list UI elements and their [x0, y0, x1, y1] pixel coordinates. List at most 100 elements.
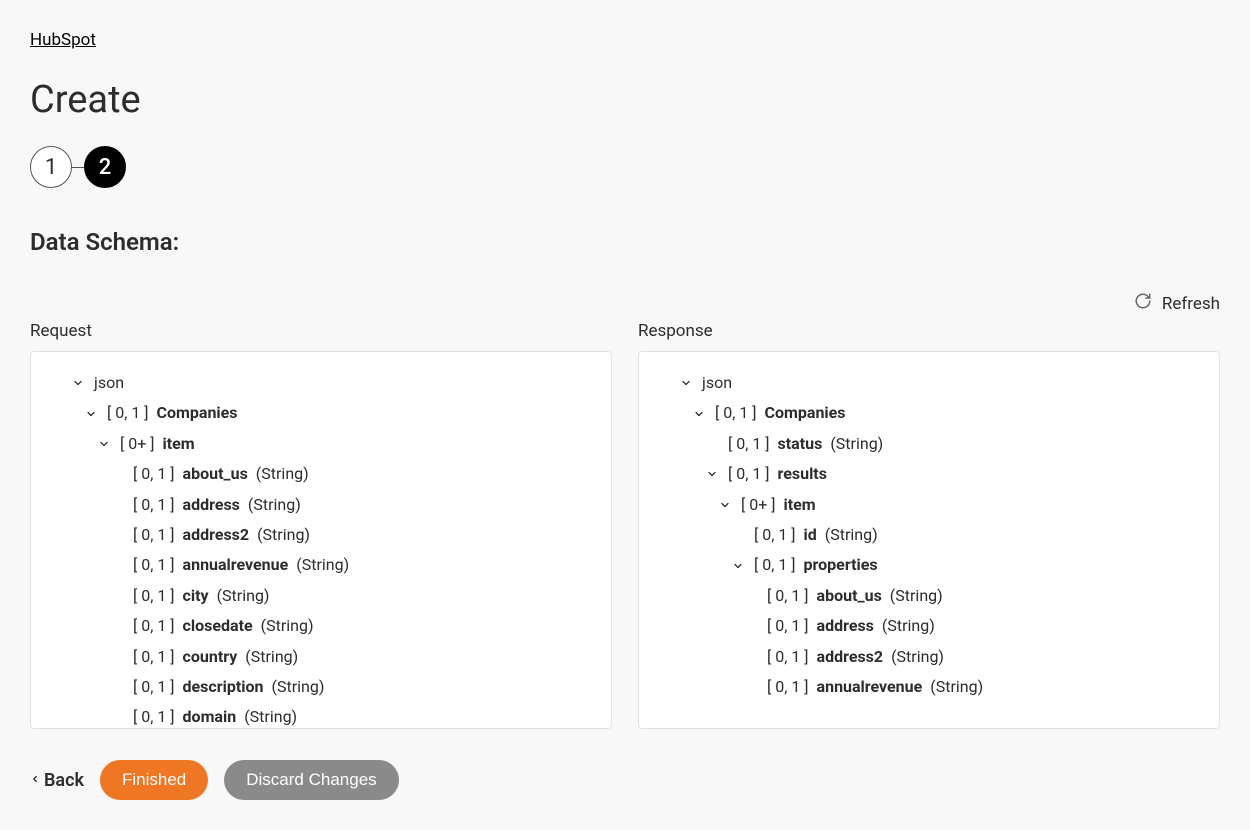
- chevron-left-icon: [30, 770, 40, 791]
- chevron-down-icon[interactable]: [83, 406, 99, 422]
- tree-node-name: about_us: [817, 581, 882, 611]
- tree-node-name: json: [702, 368, 732, 398]
- tree-node-type: (String): [830, 429, 883, 459]
- tree-row: [ 0, 1 ] address (String): [639, 611, 1219, 641]
- tree-row: [ 0, 1 ] id (String): [639, 520, 1219, 550]
- tree-node-type: (String): [271, 672, 324, 702]
- tree-node-name: item: [163, 429, 195, 459]
- step-connector: [72, 167, 84, 168]
- tree-cardinality: [ 0, 1 ]: [767, 642, 809, 672]
- tree-node-type: (String): [257, 520, 310, 550]
- tree-node-type: (String): [891, 642, 944, 672]
- tree-cardinality: [ 0, 1 ]: [767, 581, 809, 611]
- tree-row[interactable]: [ 0+ ] item: [639, 490, 1219, 520]
- tree-cardinality: [ 0, 1 ]: [754, 520, 796, 550]
- tree-node-name: Companies: [157, 398, 238, 428]
- chevron-down-icon[interactable]: [678, 375, 694, 391]
- tree-cardinality: [ 0, 1 ]: [133, 459, 175, 489]
- tree-row[interactable]: [ 0, 1 ] Companies: [639, 398, 1219, 428]
- tree-node-name: results: [778, 459, 827, 489]
- chevron-down-icon[interactable]: [691, 406, 707, 422]
- tree-row[interactable]: json: [31, 368, 611, 398]
- tree-cardinality: [ 0, 1 ]: [133, 611, 175, 641]
- back-button[interactable]: Back: [30, 770, 84, 791]
- page-title: Create: [30, 78, 1220, 122]
- tree-node-name: country: [183, 642, 238, 672]
- tree-node-type: (String): [825, 520, 878, 550]
- tree-node-type: (String): [217, 581, 270, 611]
- chevron-down-icon[interactable]: [730, 558, 746, 574]
- tree-node-name: address2: [183, 520, 250, 550]
- tree-cardinality: [ 0, 1 ]: [728, 459, 770, 489]
- tree-cardinality: [ 0, 1 ]: [133, 520, 175, 550]
- tree-row: [ 0, 1 ] address2 (String): [639, 642, 1219, 672]
- tree-node-type: (String): [248, 490, 301, 520]
- chevron-down-icon[interactable]: [717, 497, 733, 513]
- tree-cardinality: [ 0, 1 ]: [133, 672, 175, 702]
- back-label: Back: [44, 770, 84, 791]
- tree-cardinality: [ 0, 1 ]: [133, 490, 175, 520]
- tree-cardinality: [ 0, 1 ]: [767, 672, 809, 702]
- tree-cardinality: [ 0, 1 ]: [728, 429, 770, 459]
- tree-cardinality: [ 0, 1 ]: [715, 398, 757, 428]
- discard-changes-button[interactable]: Discard Changes: [224, 760, 398, 800]
- tree-node-type: (String): [930, 672, 983, 702]
- wizard-stepper: 1 2: [30, 146, 1220, 188]
- tree-node-type: (String): [261, 611, 314, 641]
- request-column-title: Request: [30, 321, 612, 341]
- tree-node-type: (String): [882, 611, 935, 641]
- tree-node-name: id: [804, 520, 817, 550]
- tree-cardinality: [ 0+ ]: [120, 429, 155, 459]
- step-1[interactable]: 1: [30, 146, 72, 188]
- tree-cardinality: [ 0, 1 ]: [133, 581, 175, 611]
- tree-node-name: annualrevenue: [183, 550, 289, 580]
- tree-row: [ 0, 1 ] closedate (String): [31, 611, 611, 641]
- tree-row: [ 0, 1 ] country (String): [31, 642, 611, 672]
- tree-node-type: (String): [244, 702, 297, 729]
- tree-cardinality: [ 0, 1 ]: [754, 550, 796, 580]
- tree-cardinality: [ 0, 1 ]: [133, 642, 175, 672]
- breadcrumb-link[interactable]: HubSpot: [30, 30, 96, 50]
- tree-node-name: Companies: [765, 398, 846, 428]
- tree-node-name: address2: [817, 642, 884, 672]
- tree-row: [ 0, 1 ] about_us (String): [31, 459, 611, 489]
- tree-node-name: about_us: [183, 459, 248, 489]
- tree-node-type: (String): [890, 581, 943, 611]
- tree-row[interactable]: [ 0+ ] item: [31, 429, 611, 459]
- tree-row[interactable]: json: [639, 368, 1219, 398]
- chevron-down-icon[interactable]: [96, 436, 112, 452]
- tree-row: [ 0, 1 ] annualrevenue (String): [639, 672, 1219, 702]
- tree-node-name: annualrevenue: [817, 672, 923, 702]
- tree-cardinality: [ 0, 1 ]: [133, 702, 175, 729]
- tree-row: [ 0, 1 ] annualrevenue (String): [31, 550, 611, 580]
- tree-row: [ 0, 1 ] about_us (String): [639, 581, 1219, 611]
- refresh-label: Refresh: [1162, 294, 1220, 314]
- tree-cardinality: [ 0+ ]: [741, 490, 776, 520]
- tree-row[interactable]: [ 0, 1 ] properties: [639, 550, 1219, 580]
- tree-row[interactable]: [ 0, 1 ] results: [639, 459, 1219, 489]
- tree-cardinality: [ 0, 1 ]: [133, 550, 175, 580]
- finished-button[interactable]: Finished: [100, 760, 208, 800]
- tree-cardinality: [ 0, 1 ]: [767, 611, 809, 641]
- tree-row: [ 0, 1 ] city (String): [31, 581, 611, 611]
- step-2[interactable]: 2: [84, 146, 126, 188]
- response-column-title: Response: [638, 321, 1220, 341]
- tree-node-name: address: [817, 611, 874, 641]
- refresh-button[interactable]: Refresh: [1134, 292, 1220, 315]
- tree-node-type: (String): [256, 459, 309, 489]
- chevron-down-icon[interactable]: [70, 375, 86, 391]
- tree-node-name: domain: [183, 702, 237, 729]
- tree-node-name: address: [183, 490, 240, 520]
- tree-row[interactable]: [ 0, 1 ] Companies: [31, 398, 611, 428]
- tree-node-name: item: [784, 490, 816, 520]
- tree-row: [ 0, 1 ] status (String): [639, 429, 1219, 459]
- tree-node-type: (String): [296, 550, 349, 580]
- tree-node-name: description: [183, 672, 264, 702]
- refresh-icon: [1134, 292, 1152, 315]
- tree-node-name: status: [778, 429, 823, 459]
- response-panel: json[ 0, 1 ] Companies[ 0, 1 ] status (S…: [638, 351, 1220, 729]
- tree-node-name: json: [94, 368, 124, 398]
- tree-node-name: properties: [804, 550, 878, 580]
- tree-node-name: closedate: [183, 611, 253, 641]
- chevron-down-icon[interactable]: [704, 466, 720, 482]
